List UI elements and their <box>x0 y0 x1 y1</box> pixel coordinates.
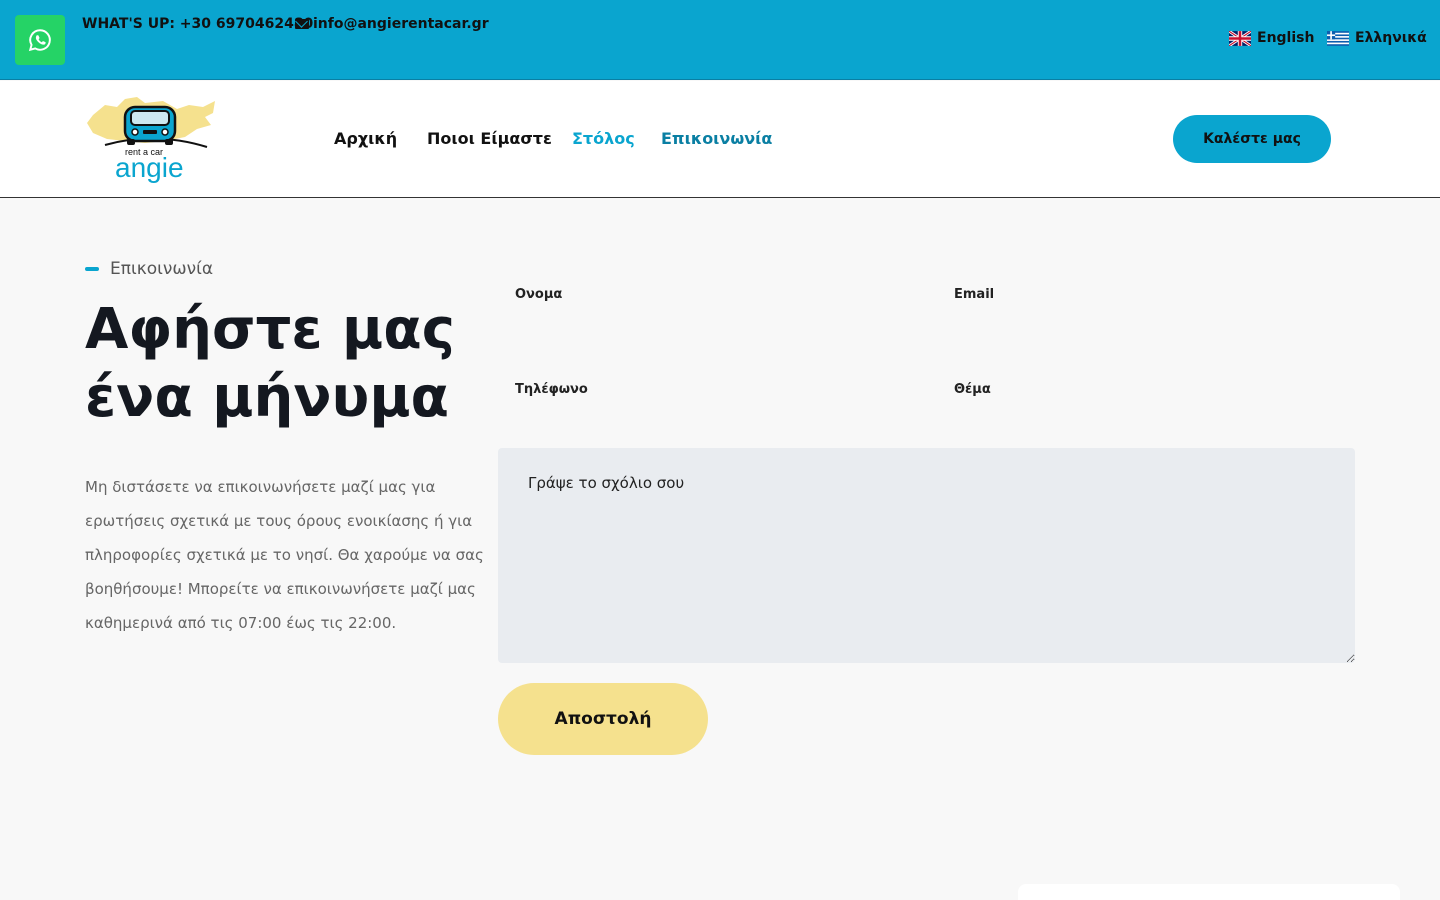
contact-description: Μη διστάσετε να επικοινωνήσετε μαζί μας … <box>85 478 484 632</box>
nav-item-fleet[interactable]: Στόλος <box>572 129 635 148</box>
phone-label: Τηλέφωνο <box>515 382 588 397</box>
language-english-label[interactable]: English <box>1257 30 1314 46</box>
section-tag-label: Επικοινωνία <box>110 259 214 279</box>
top-bar: WHAT'S UP: +30 6970462480 info@angierent… <box>0 0 1440 80</box>
language-greek-label[interactable]: Ελληνικά <box>1355 30 1427 46</box>
greek-flag-icon <box>1327 30 1349 46</box>
name-input[interactable] <box>515 310 925 340</box>
main-navbar: rent a car angie Αρχική Ποιοι Είμαστε Στ… <box>0 81 1440 198</box>
phone-input[interactable] <box>515 405 925 435</box>
page-title: Αφήστε μας ένα μήνυμα <box>85 297 455 430</box>
email-link[interactable]: info@angierentacar.gr <box>295 16 489 32</box>
subject-label: Θέμα <box>954 382 991 397</box>
whatsapp-phone-text[interactable]: WHAT'S UP: +30 6970462480 <box>82 16 313 32</box>
email-input[interactable] <box>954 310 1354 340</box>
subject-input[interactable] <box>954 405 1354 435</box>
logo-name: angie <box>115 152 184 183</box>
language-english-link[interactable]: English <box>1229 30 1314 46</box>
logo-graphic: rent a car angie <box>87 97 215 183</box>
comment-textarea[interactable] <box>498 448 1355 663</box>
email-text[interactable]: info@angierentacar.gr <box>313 16 489 32</box>
nav-item-about[interactable]: Ποιοι Είμαστε <box>427 129 552 148</box>
whatsapp-icon <box>28 29 51 52</box>
call-us-button[interactable]: Καλέστε μας <box>1173 115 1331 163</box>
submit-button[interactable]: Αποστολή <box>498 683 708 755</box>
bottom-card <box>1018 884 1400 900</box>
envelope-icon <box>295 19 309 29</box>
whatsapp-button[interactable] <box>15 15 65 65</box>
tag-dash-decoration <box>85 267 99 271</box>
email-label: Email <box>954 287 995 302</box>
nav-item-contact[interactable]: Επικοινωνία <box>661 129 772 148</box>
site-logo[interactable]: rent a car angie <box>85 93 220 185</box>
name-label: Ονομα <box>515 287 563 302</box>
nav-item-home[interactable]: Αρχική <box>334 129 397 148</box>
uk-flag-icon <box>1229 30 1251 46</box>
language-greek-link[interactable]: Ελληνικά <box>1327 30 1427 46</box>
section-tag: Επικοινωνία <box>85 259 213 279</box>
